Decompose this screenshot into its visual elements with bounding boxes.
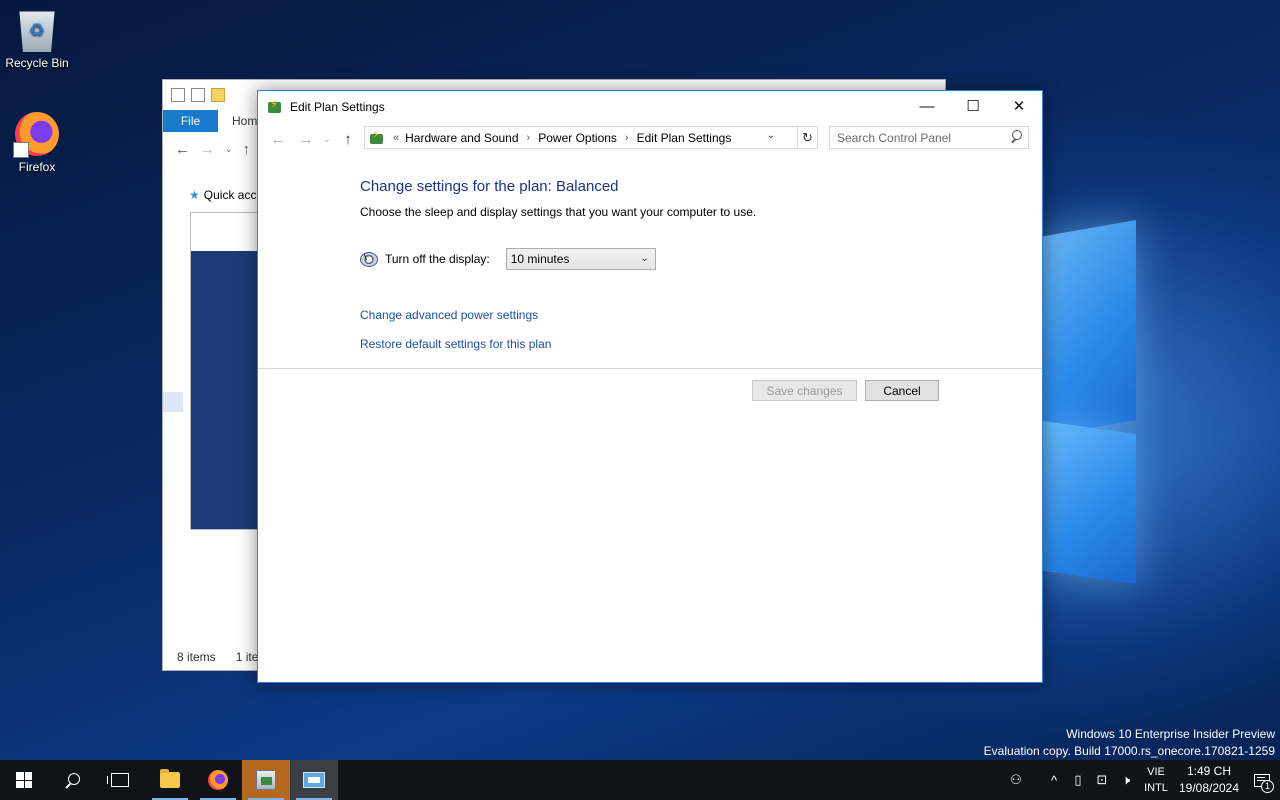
firefox-icon <box>13 112 59 158</box>
taskbar-app-firefox[interactable] <box>194 760 242 800</box>
display-timeout-label: Turn off the display: <box>385 252 490 266</box>
refresh-button[interactable]: ↻ <box>798 126 818 149</box>
desktop-icon-firefox[interactable]: Firefox <box>0 112 74 174</box>
desktop-icon-label: Firefox <box>18 160 56 174</box>
task-view-button[interactable] <box>96 760 144 800</box>
properties-icon[interactable] <box>171 88 185 102</box>
breadcrumb-power-options[interactable]: Power Options <box>538 131 617 145</box>
display-timeout-row: Turn off the display: 10 minutes ⌄ <box>360 248 656 270</box>
taskbar-app-remote-desktop[interactable] <box>290 760 338 800</box>
remote-desktop-icon <box>303 772 325 788</box>
input-language-indicator[interactable]: VIE INTL <box>1138 764 1174 796</box>
cancel-button[interactable]: Cancel <box>865 380 939 401</box>
back-arrow-icon[interactable]: ← <box>175 141 190 158</box>
up-button[interactable]: ↑ <box>334 131 362 148</box>
search-input[interactable] <box>830 130 1000 145</box>
clock-date: 19/08/2024 <box>1178 781 1240 795</box>
maximize-button[interactable]: ☐ <box>950 91 996 121</box>
page-description: Choose the sleep and display settings th… <box>360 205 757 219</box>
forward-button[interactable]: → <box>292 131 320 148</box>
forward-arrow-icon[interactable]: → <box>200 141 215 158</box>
clock-time: 1:49 CH <box>1186 764 1232 778</box>
up-arrow-icon[interactable]: ↑ <box>243 141 251 158</box>
page-title: Change settings for the plan: Balanced <box>360 178 619 195</box>
display-timer-icon <box>360 251 378 268</box>
people-icon[interactable]: ⚇ <box>1004 760 1028 800</box>
search-box[interactable] <box>829 126 1029 149</box>
window-titlebar[interactable]: Edit Plan Settings — ☐ ✕ <box>258 91 1042 122</box>
taskbar-search-button[interactable] <box>48 760 96 800</box>
window-controls: — ☐ ✕ <box>904 91 1042 121</box>
restore-defaults-link[interactable]: Restore default settings for this plan <box>360 337 551 351</box>
address-bar[interactable]: « Hardware and Sound › Power Options › E… <box>364 126 798 149</box>
firefox-icon <box>208 770 228 790</box>
task-view-icon <box>107 773 129 787</box>
search-icon[interactable] <box>1010 130 1022 142</box>
notification-count-badge: 1 <box>1261 780 1274 793</box>
watermark-line-2: Evaluation copy. Build 17000.rs_onecore.… <box>983 744 1275 758</box>
sidebar-item-label: Quick acc <box>203 188 257 202</box>
edit-plan-settings-window[interactable]: Edit Plan Settings — ☐ ✕ ← → ⌄ ↑ « Hardw… <box>257 90 1043 683</box>
power-options-icon <box>266 97 284 116</box>
desktop-icon-recycle-bin[interactable]: Recycle Bin <box>0 8 74 70</box>
divider <box>258 368 1042 369</box>
chevron-down-icon: ⌄ <box>640 253 649 264</box>
checkmark-icon[interactable] <box>191 88 205 102</box>
windows-logo-wallpaper <box>1040 220 1140 590</box>
window-title: Edit Plan Settings <box>290 99 385 114</box>
breadcrumb-separator-icon[interactable]: › <box>527 132 531 144</box>
recycle-bin-icon <box>19 11 55 52</box>
breadcrumb-separator-icon[interactable]: › <box>625 132 629 144</box>
status-item-count: 8 items <box>177 650 216 664</box>
star-icon: ★ <box>189 188 200 202</box>
breadcrumb-hardware-and-sound[interactable]: Hardware and Sound <box>405 131 518 145</box>
main-content: Change settings for the plan: Balanced C… <box>258 156 1042 682</box>
minimize-button[interactable]: — <box>904 91 950 121</box>
start-button[interactable] <box>0 760 48 800</box>
volume-muted-icon[interactable]: 🕨 <box>1114 760 1138 800</box>
taskbar-app-file-explorer[interactable] <box>146 760 194 800</box>
sidebar-selection <box>163 392 183 412</box>
new-folder-icon[interactable] <box>211 88 225 102</box>
display-timeout-value: 10 minutes <box>510 252 570 266</box>
clock[interactable]: 1:49 CH 19/08/2024 <box>1174 763 1244 797</box>
breadcrumb-edit-plan-settings[interactable]: Edit Plan Settings <box>637 131 732 145</box>
search-icon <box>65 772 80 788</box>
save-changes-button: Save changes <box>752 380 857 401</box>
system-tray: ⚇ ^ ▯ ⊡ 🕨 VIE INTL 1:49 CH 19/08/2024 1 <box>1004 760 1280 800</box>
display-timeout-dropdown[interactable]: 10 minutes ⌄ <box>505 248 656 270</box>
status-selected-count: 1 ite <box>235 650 259 664</box>
recent-locations-chevron-icon[interactable]: ⌄ <box>320 134 334 145</box>
refresh-icon: ↻ <box>802 129 813 145</box>
navigation-bar: ← → ⌄ ↑ « Hardware and Sound › Power Opt… <box>258 122 1042 156</box>
show-hidden-icons-chevron-icon[interactable]: ^ <box>1042 760 1066 800</box>
back-button[interactable]: ← <box>264 131 292 148</box>
file-explorer-icon <box>160 769 180 788</box>
language-code: VIE <box>1147 766 1165 778</box>
taskbar-app-control-panel[interactable] <box>242 760 290 800</box>
keyboard-layout: INTL <box>1144 782 1168 794</box>
advanced-power-settings-link[interactable]: Change advanced power settings <box>360 308 538 322</box>
tab-file[interactable]: File <box>163 110 218 132</box>
control-panel-icon <box>256 770 276 790</box>
desktop-icon-label: Recycle Bin <box>5 56 69 70</box>
explorer-status-bar: 8 items 1 ite <box>177 650 258 664</box>
address-dropdown-chevron-icon[interactable]: ⌄ <box>767 130 775 141</box>
sidebar-item-quick-access[interactable]: ★ Quick acc <box>189 188 256 202</box>
taskbar: ⚇ ^ ▯ ⊡ 🕨 VIE INTL 1:49 CH 19/08/2024 1 <box>0 760 1280 800</box>
usb-device-icon[interactable]: ▯ <box>1066 760 1090 800</box>
close-button[interactable]: ✕ <box>996 91 1042 121</box>
network-icon[interactable]: ⊡ <box>1090 760 1114 800</box>
windows-start-icon <box>16 772 32 788</box>
evaluation-watermark: Windows 10 Enterprise Insider Preview Ev… <box>984 726 1275 760</box>
breadcrumb-overflow[interactable]: « <box>393 132 399 144</box>
action-center-button[interactable]: 1 <box>1244 760 1280 800</box>
chevron-down-icon[interactable]: ⌄ <box>225 144 233 155</box>
control-panel-icon <box>369 128 385 146</box>
watermark-line-1: Windows 10 Enterprise Insider Preview <box>1066 727 1275 741</box>
